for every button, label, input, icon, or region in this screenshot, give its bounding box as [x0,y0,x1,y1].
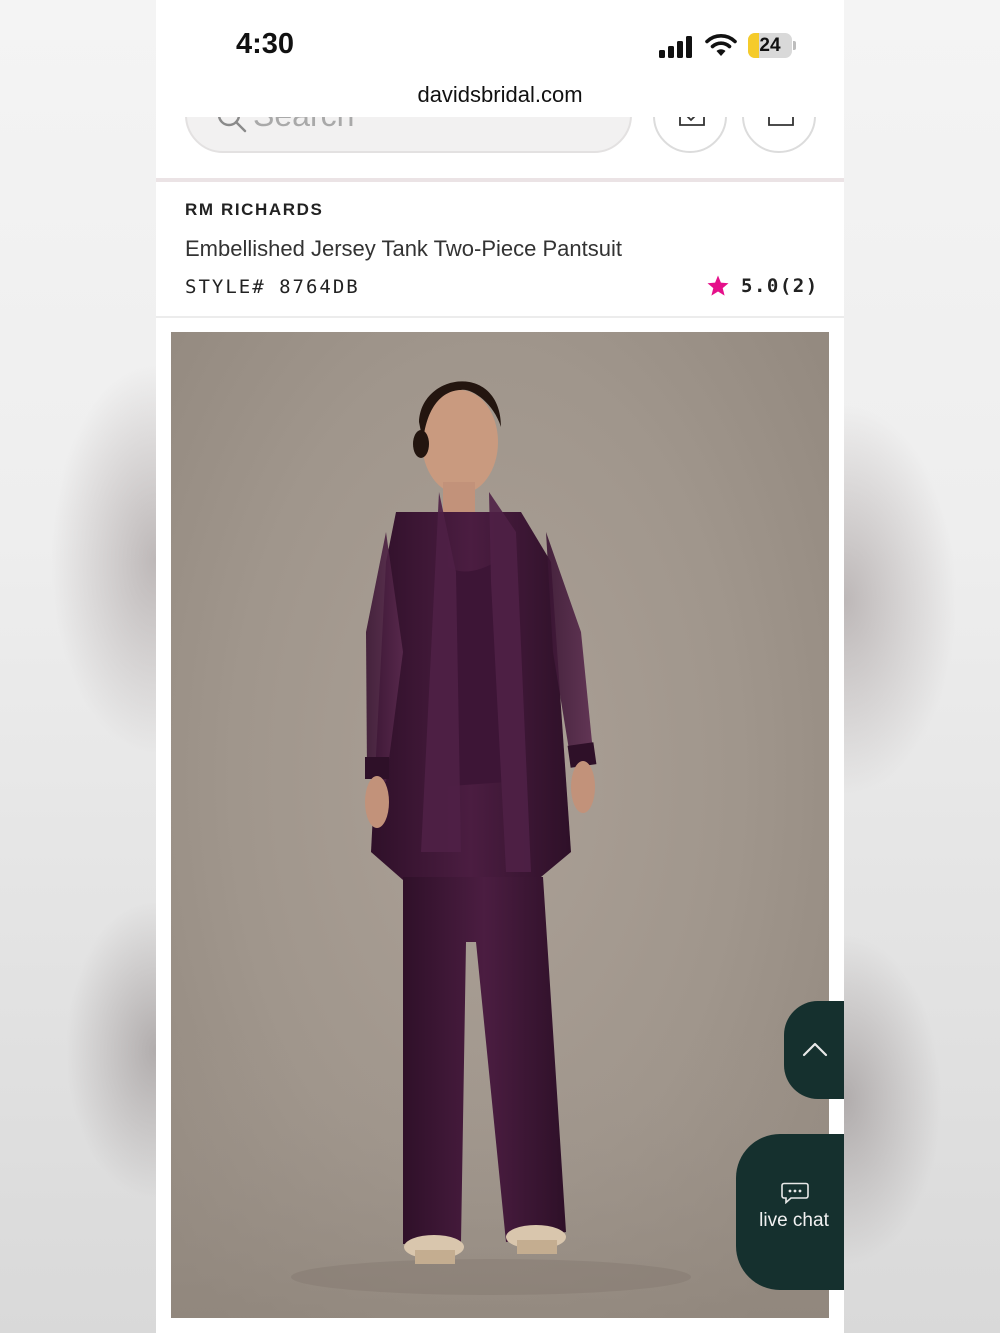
battery-cap [793,41,796,50]
scroll-to-top-button[interactable] [784,1001,844,1099]
rating-value: 5.0(2) [741,275,819,297]
search-placeholder: Search [253,117,354,134]
info-divider [156,316,844,318]
cellular-signal-icon [659,36,692,58]
battery-body: 24 [748,33,792,58]
model-figure-illustration [171,381,829,1318]
header-divider [156,178,844,182]
battery-level: 24 [759,35,781,56]
chevron-up-icon [802,1042,828,1057]
cart-button[interactable] [742,117,816,153]
shopping-bag-icon [768,117,794,126]
site-header: Search [156,117,844,178]
search-input[interactable]: Search [185,117,632,153]
checklist-icon [679,117,705,126]
product-style-number: STYLE# 8764DB [185,276,360,298]
product-photo[interactable] [171,332,829,1318]
chat-bubble-icon [781,1182,809,1204]
live-chat-label: live chat [759,1210,829,1231]
search-icon [217,117,247,133]
status-time: 4:30 [236,28,295,60]
browser-url[interactable]: davidsbridal.com [156,82,844,108]
product-rating[interactable]: 5.0(2) [706,272,819,300]
background-blur-right [844,0,1000,1333]
product-brand[interactable]: RM RICHARDS [185,200,323,220]
live-chat-button[interactable]: live chat [736,1134,844,1290]
favorites-button[interactable] [653,117,727,153]
product-title: Embellished Jersey Tank Two-Piece Pantsu… [185,236,622,261]
background-blur-left [0,0,156,1333]
star-icon [707,275,729,296]
battery-indicator: 24 [748,33,796,58]
wifi-icon [705,34,737,56]
phone-screen: 4:30 24 davidsbridal.com Search [156,0,844,1333]
